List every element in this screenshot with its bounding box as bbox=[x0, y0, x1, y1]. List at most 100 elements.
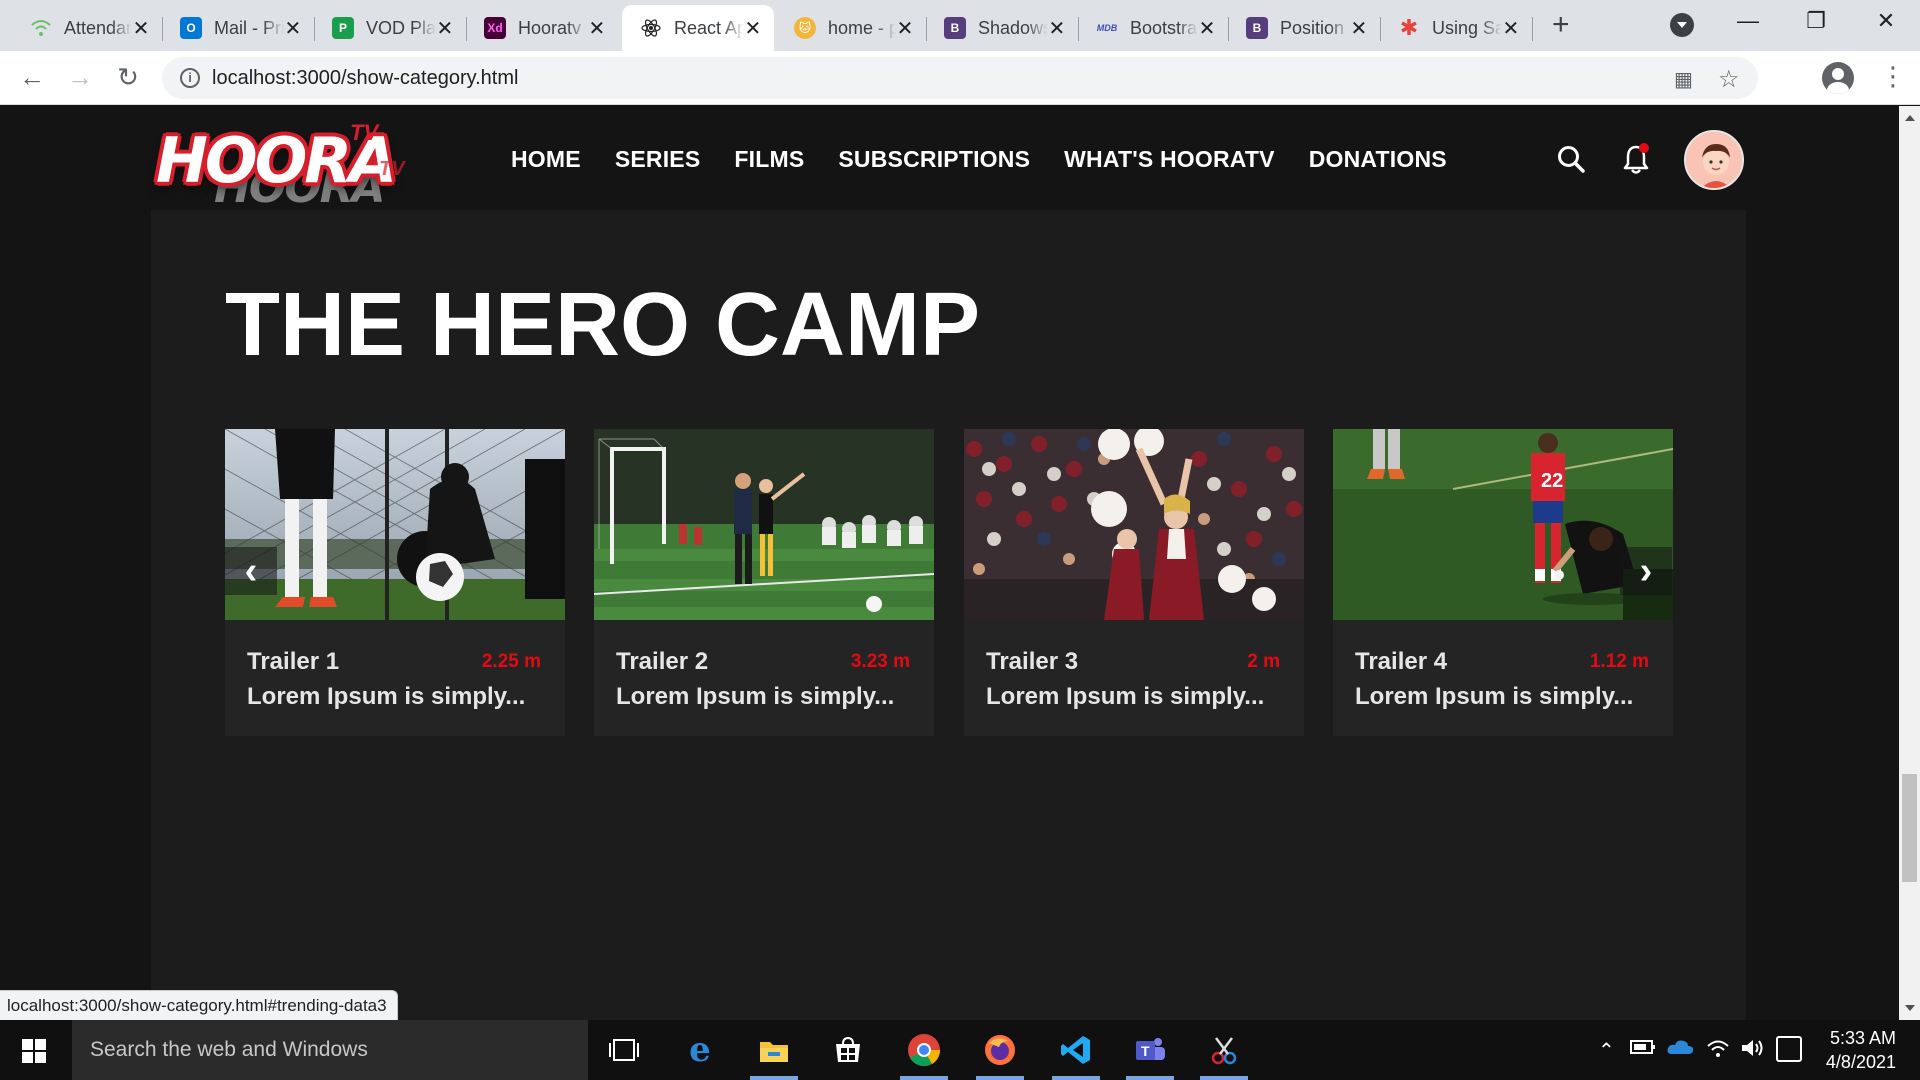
tab-title: home - page bbox=[828, 17, 897, 38]
scrollbar-thumb[interactable] bbox=[1902, 774, 1917, 882]
firefox-icon[interactable] bbox=[982, 1032, 1018, 1068]
vscode-icon[interactable] bbox=[1058, 1032, 1094, 1068]
microsoft-store-icon[interactable] bbox=[830, 1032, 866, 1068]
trailer-duration: 1.12 m bbox=[1589, 651, 1649, 672]
reload-icon[interactable]: ↻ bbox=[112, 62, 144, 93]
react-icon bbox=[640, 17, 662, 39]
minimize-icon[interactable]: — bbox=[1728, 8, 1768, 34]
close-icon[interactable]: ✕ bbox=[1198, 16, 1216, 41]
outlook-icon: O bbox=[180, 17, 202, 39]
windows-start-icon[interactable] bbox=[22, 1039, 46, 1063]
trailer-duration: 3.23 m bbox=[850, 651, 910, 672]
onedrive-cloud-icon[interactable] bbox=[1666, 1038, 1694, 1062]
back-arrow-icon[interactable]: ← bbox=[16, 62, 48, 93]
trailer-card[interactable]: Trailer 3 2 m Lorem Ipsum is simply... bbox=[964, 429, 1304, 736]
nav-whats-hooratv[interactable]: WHAT'S HOORATV bbox=[1064, 146, 1275, 173]
profile-icon[interactable] bbox=[1822, 62, 1854, 94]
scroll-down-arrow-icon[interactable] bbox=[1905, 1005, 1915, 1016]
bootstrap-icon: B bbox=[944, 17, 966, 39]
wifi-signal-icon[interactable] bbox=[1706, 1038, 1730, 1064]
user-avatar[interactable] bbox=[1684, 130, 1744, 190]
tab-title: Attendance bbox=[64, 17, 133, 38]
planner-icon: P bbox=[332, 17, 354, 39]
carousel-prev-button[interactable]: ‹ bbox=[225, 547, 277, 595]
edge-browser-icon[interactable]: e bbox=[682, 1030, 718, 1070]
tray-overflow-chevron-icon[interactable]: ⌃ bbox=[1598, 1038, 1615, 1063]
browser-tab[interactable]: MDB Bootstrap ✕ bbox=[1078, 5, 1229, 51]
close-icon[interactable]: ✕ bbox=[284, 16, 302, 41]
close-icon[interactable]: ✕ bbox=[132, 16, 150, 41]
qr-code-icon[interactable]: ▦ bbox=[1674, 67, 1693, 92]
page-viewport: HOORA HOORA TV TV HOME SERIES FILMS SUBS… bbox=[0, 106, 1899, 1020]
trailer-card[interactable]: Trailer 2 3.23 m Lorem Ipsum is simply..… bbox=[594, 429, 934, 736]
main-nav: HOME SERIES FILMS SUBSCRIPTIONS WHAT'S H… bbox=[511, 146, 1481, 173]
taskbar-clock[interactable]: 5:33 AM 4/8/2021 bbox=[1816, 1026, 1896, 1074]
page-scrollbar[interactable] bbox=[1899, 106, 1920, 1020]
wifi-icon bbox=[30, 17, 52, 39]
nav-home[interactable]: HOME bbox=[511, 146, 581, 173]
forward-arrow-icon[interactable]: → bbox=[64, 62, 96, 93]
trailer-description: Lorem Ipsum is simply... bbox=[616, 683, 895, 710]
snipping-tool-icon[interactable] bbox=[1206, 1032, 1242, 1068]
close-icon[interactable]: ✕ bbox=[896, 16, 914, 41]
tab-title: VOD Platform bbox=[366, 17, 436, 38]
tab-title: Position bbox=[1280, 17, 1345, 38]
bookmark-star-icon[interactable]: ☆ bbox=[1718, 65, 1740, 94]
nav-donations[interactable]: DONATIONS bbox=[1309, 146, 1447, 173]
trailer-description: Lorem Ipsum is simply... bbox=[986, 683, 1265, 710]
notification-bell-icon[interactable] bbox=[1621, 142, 1651, 176]
xd-icon: Xd bbox=[484, 17, 506, 39]
close-icon[interactable]: ✕ bbox=[588, 16, 606, 41]
browser-tab[interactable]: O Mail - Priyanka ✕ bbox=[162, 5, 315, 51]
address-bar[interactable]: i localhost:3000/show-category.html ☆ ▦ bbox=[162, 57, 1758, 99]
browser-tab[interactable]: Xd Hooratv ✕ bbox=[466, 5, 618, 51]
site-info-icon[interactable]: i bbox=[180, 68, 200, 88]
tab-title: React App bbox=[674, 17, 744, 38]
carousel-next-button[interactable]: › bbox=[1620, 547, 1672, 595]
file-explorer-icon[interactable] bbox=[756, 1032, 792, 1068]
browser-menu-icon[interactable]: ⋮ bbox=[1880, 61, 1906, 92]
browser-tab[interactable]: ✱ Using Sass ✕ bbox=[1380, 5, 1533, 51]
scroll-up-arrow-icon[interactable] bbox=[1905, 110, 1915, 121]
trailer-thumbnail[interactable] bbox=[594, 429, 934, 620]
close-icon[interactable]: ✕ bbox=[1350, 16, 1368, 41]
trailer-thumbnail[interactable] bbox=[964, 429, 1304, 620]
restore-icon[interactable]: ❐ bbox=[1796, 8, 1836, 34]
cat-icon: 🐱 bbox=[794, 17, 816, 39]
teams-icon[interactable]: T bbox=[1132, 1032, 1168, 1068]
browser-tab[interactable]: B Position ✕ bbox=[1228, 5, 1381, 51]
window-close-icon[interactable]: ✕ bbox=[1866, 8, 1906, 34]
nav-series[interactable]: SERIES bbox=[615, 146, 701, 173]
asterisk-icon: ✱ bbox=[1399, 15, 1419, 40]
browser-tab[interactable]: 🐱 home - page ✕ bbox=[776, 5, 927, 51]
task-view-icon[interactable] bbox=[606, 1032, 642, 1068]
action-center-icon[interactable] bbox=[1776, 1036, 1802, 1062]
trailer-name: Trailer 2 bbox=[616, 648, 709, 675]
page-title: THE HERO CAMP bbox=[225, 275, 981, 375]
bootstrap-icon: B bbox=[1246, 17, 1268, 39]
search-icon[interactable] bbox=[1556, 144, 1586, 174]
nav-subscriptions[interactable]: SUBSCRIPTIONS bbox=[838, 146, 1030, 173]
new-tab-plus-icon[interactable]: + bbox=[1552, 8, 1570, 42]
browser-tab[interactable]: P VOD Platform ✕ bbox=[314, 5, 467, 51]
trailer-name: Trailer 4 bbox=[1355, 648, 1448, 675]
browser-tab[interactable]: B Shadows ✕ bbox=[926, 5, 1079, 51]
close-icon[interactable]: ✕ bbox=[1048, 16, 1066, 41]
hooratv-logo[interactable]: HOORA HOORA TV TV bbox=[154, 114, 424, 213]
address-url[interactable]: localhost:3000/show-category.html bbox=[212, 67, 518, 90]
close-icon[interactable]: ✕ bbox=[744, 16, 762, 41]
chrome-icon[interactable] bbox=[906, 1032, 942, 1068]
taskbar-search-placeholder: Search the web and Windows bbox=[90, 1038, 368, 1061]
nav-films[interactable]: FILMS bbox=[734, 146, 804, 173]
trailer-name: Trailer 1 bbox=[247, 648, 340, 675]
battery-icon[interactable] bbox=[1630, 1038, 1656, 1062]
taskbar-search-box[interactable]: Search the web and Windows bbox=[72, 1020, 588, 1080]
browser-tab-active[interactable]: React App ✕ bbox=[622, 5, 774, 51]
close-icon[interactable]: ✕ bbox=[436, 16, 454, 41]
clock-date: 4/8/2021 bbox=[1825, 1052, 1896, 1072]
volume-icon[interactable] bbox=[1740, 1038, 1764, 1064]
browser-tab[interactable]: Attendance ✕ bbox=[12, 5, 163, 51]
tab-title: Using Sass bbox=[1432, 17, 1502, 38]
tab-search-chevron-icon[interactable] bbox=[1670, 13, 1694, 37]
close-icon[interactable]: ✕ bbox=[1502, 16, 1520, 41]
